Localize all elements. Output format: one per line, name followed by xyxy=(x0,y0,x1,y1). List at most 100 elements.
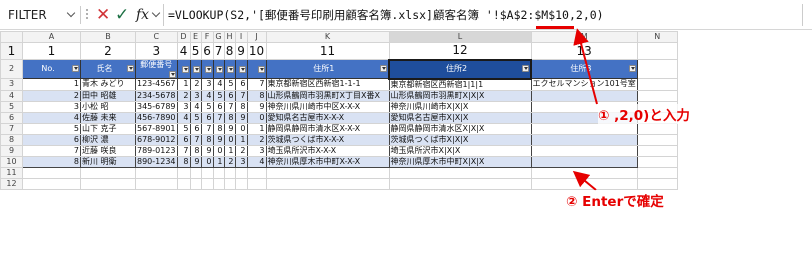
table-cell[interactable]: 456-7890 xyxy=(135,111,178,124)
filter-dropdown-icon[interactable] xyxy=(522,65,530,72)
table-header-cell[interactable] xyxy=(200,59,214,79)
cell[interactable] xyxy=(22,166,81,179)
row-header[interactable]: 11 xyxy=(0,166,23,179)
row-header[interactable]: 9 xyxy=(0,144,23,157)
table-cell[interactable]: 9 xyxy=(234,111,248,124)
cell[interactable] xyxy=(636,89,678,102)
row-header[interactable]: 3 xyxy=(0,78,23,91)
cell[interactable] xyxy=(636,166,678,179)
table-cell[interactable]: 8 xyxy=(189,144,202,157)
number-cell[interactable]: 6 xyxy=(200,42,214,60)
table-cell[interactable]: 2 xyxy=(246,133,267,146)
table-cell[interactable]: 茨城県つくば市X|X|X xyxy=(388,133,532,146)
table-cell[interactable]: 3 xyxy=(22,100,81,113)
row-header[interactable]: 12 xyxy=(0,177,23,190)
cell[interactable] xyxy=(234,166,248,179)
cell[interactable] xyxy=(636,155,678,168)
table-cell[interactable]: エクセルマンション101号室 xyxy=(530,78,638,91)
cell[interactable] xyxy=(223,166,236,179)
cell[interactable] xyxy=(135,177,178,190)
cell[interactable] xyxy=(234,177,248,190)
cell[interactable] xyxy=(189,166,202,179)
table-cell[interactable]: 1 xyxy=(22,78,81,91)
table-cell[interactable]: 8 xyxy=(234,100,248,113)
table-cell[interactable]: 6 xyxy=(22,133,81,146)
table-cell[interactable]: 7 xyxy=(223,100,236,113)
table-cell[interactable] xyxy=(530,144,638,157)
table-cell[interactable]: 1 xyxy=(212,155,225,168)
table-cell[interactable]: 埼玉県所沢市X|X|X xyxy=(388,144,532,157)
table-cell[interactable]: 神奈川県厚木市中町X|X|X xyxy=(388,155,532,168)
formula-input[interactable]: =VLOOKUP(S2,'[郵便番号印刷用顧客名簿.xlsx]顧客名簿 '!$A… xyxy=(168,6,604,24)
number-cell[interactable]: 4 xyxy=(176,42,191,60)
filter-dropdown-icon[interactable] xyxy=(628,65,636,72)
table-cell[interactable]: 4 xyxy=(22,111,81,124)
table-cell[interactable]: 1 xyxy=(234,133,248,146)
row-header[interactable]: 2 xyxy=(0,59,23,79)
number-cell[interactable]: 7 xyxy=(212,42,225,60)
row-header[interactable]: 7 xyxy=(0,122,23,135)
table-cell[interactable]: 神奈川県川崎市中区X-X-X xyxy=(265,100,390,113)
cell[interactable] xyxy=(246,166,267,179)
table-cell[interactable]: 5 xyxy=(212,89,225,102)
row-header[interactable]: 10 xyxy=(0,155,23,168)
number-cell[interactable]: 11 xyxy=(265,42,390,60)
table-cell[interactable]: 9 xyxy=(189,155,202,168)
table-header-cell[interactable] xyxy=(212,59,225,79)
name-box[interactable]: FILTER xyxy=(6,5,78,25)
table-cell[interactable]: 4 xyxy=(212,78,225,91)
select-all-corner[interactable] xyxy=(0,31,23,43)
table-cell[interactable]: 345-6789 xyxy=(135,100,178,113)
table-cell[interactable]: 7 xyxy=(246,78,267,91)
cell[interactable] xyxy=(636,59,678,79)
cell[interactable] xyxy=(388,177,532,190)
column-header-E[interactable]: E xyxy=(189,31,202,43)
table-cell[interactable]: 6 xyxy=(212,100,225,113)
table-header-cell[interactable] xyxy=(176,59,191,79)
column-header-I[interactable]: I xyxy=(234,31,248,43)
table-cell[interactable] xyxy=(530,155,638,168)
number-cell[interactable]: 2 xyxy=(80,42,136,60)
cell[interactable] xyxy=(636,122,678,135)
cell[interactable] xyxy=(265,166,390,179)
cell[interactable] xyxy=(636,177,678,190)
column-header-A[interactable]: A xyxy=(22,31,81,43)
table-cell[interactable]: 4 xyxy=(189,100,202,113)
table-cell[interactable]: 8 xyxy=(212,122,225,135)
table-cell[interactable]: 678-9012 xyxy=(135,133,178,146)
number-cell[interactable]: 3 xyxy=(135,42,178,60)
table-cell[interactable]: 0 xyxy=(246,111,267,124)
cell[interactable] xyxy=(189,177,202,190)
table-cell[interactable]: 3 xyxy=(189,89,202,102)
enter-check-icon[interactable]: ✓ xyxy=(115,4,129,26)
table-header-cell[interactable]: 氏名 xyxy=(80,59,136,79)
column-header-G[interactable]: G xyxy=(212,31,225,43)
table-cell[interactable]: 茨城県つくば市X-X-X xyxy=(265,133,390,146)
table-cell[interactable]: 6 xyxy=(223,89,236,102)
table-cell[interactable]: 山下 克子 xyxy=(80,122,136,135)
table-cell[interactable]: 6 xyxy=(189,122,202,135)
row-header[interactable]: 4 xyxy=(0,89,23,102)
table-cell[interactable]: 7 xyxy=(212,111,225,124)
table-cell[interactable]: 静岡県静岡市清水区X|X|X xyxy=(388,122,532,135)
cell[interactable] xyxy=(636,42,678,60)
cell[interactable] xyxy=(135,166,178,179)
table-cell[interactable]: 静岡県静岡市清水区X-X-X xyxy=(265,122,390,135)
table-header-cell[interactable]: 住所1 xyxy=(265,59,390,79)
table-cell[interactable]: 山形県鶴岡市羽黒町X丁目X番X xyxy=(265,89,390,102)
column-header-H[interactable]: H xyxy=(223,31,236,43)
table-header-cell[interactable] xyxy=(189,59,202,79)
cell[interactable] xyxy=(636,78,678,91)
table-cell[interactable]: 5 xyxy=(189,111,202,124)
table-header-cell[interactable]: 住所3 xyxy=(530,59,638,79)
table-cell[interactable]: 5 xyxy=(223,78,236,91)
column-header-K[interactable]: K xyxy=(265,31,390,43)
table-cell[interactable]: 3 xyxy=(246,144,267,157)
table-cell[interactable]: 890-1234 xyxy=(135,155,178,168)
table-cell[interactable]: 佐藤 未来 xyxy=(80,111,136,124)
cell[interactable] xyxy=(200,166,214,179)
table-cell[interactable]: 123-4567 xyxy=(135,78,178,91)
table-cell[interactable] xyxy=(530,122,638,135)
table-cell[interactable]: 8 xyxy=(176,155,191,168)
table-cell[interactable]: 新川 明衛 xyxy=(80,155,136,168)
